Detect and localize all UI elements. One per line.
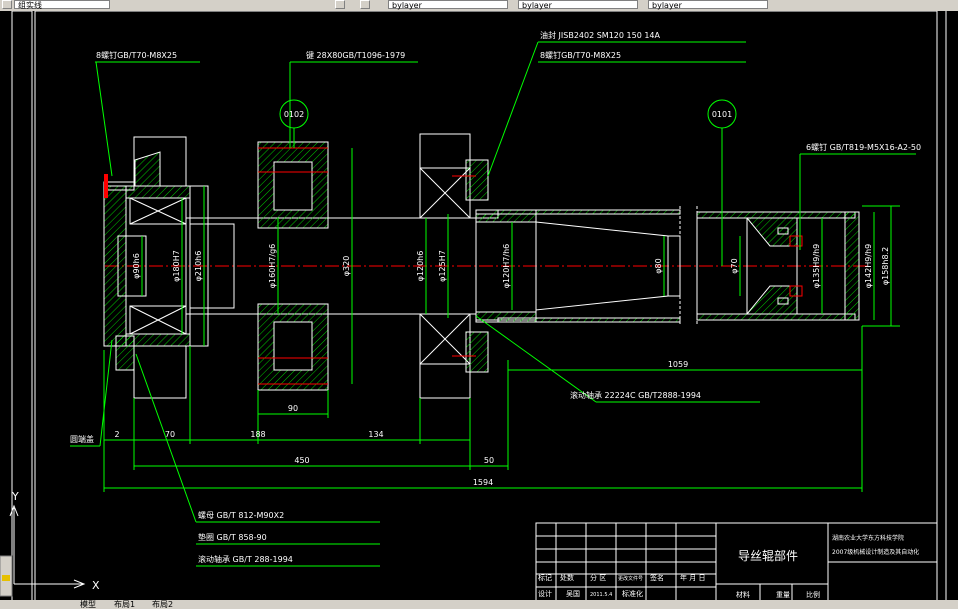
linetype-combo[interactable]: bylayer bbox=[518, 0, 638, 10]
color-combo[interactable]: bylayer bbox=[388, 0, 508, 10]
dim-d8: φ120H7/h6 bbox=[502, 244, 511, 289]
hdr-4: 签名 bbox=[650, 573, 664, 582]
hdr-3: 更改文件号 bbox=[618, 575, 643, 582]
dim-d11: φ135H9/h9 bbox=[812, 244, 821, 289]
layer-previous-button[interactable] bbox=[360, 0, 370, 9]
ucs-x-label: X bbox=[92, 579, 100, 592]
drawing-title: 导丝辊部件 bbox=[738, 548, 798, 563]
ucs-y-label: Y bbox=[11, 490, 19, 503]
label-screw-right: 6螺钉 GB/T819-M5X16-A2-50 bbox=[806, 142, 921, 152]
label-key: 键 28X80GB/T1096-1979 bbox=[306, 50, 405, 60]
label-bearing-mid: 滚动轴承 22224C GB/T2888-1994 bbox=[570, 390, 701, 400]
dim-d3: φ210h6 bbox=[194, 251, 203, 282]
title-block-text: 导丝辊部件 湖南农业大学东方科技学院 2007级机械设计制造及其自动化 标记 处… bbox=[538, 534, 919, 599]
weight-label: 重量 bbox=[776, 591, 790, 599]
length-labels: 90 2 70 188 134 450 50 1059 1594 bbox=[114, 360, 688, 487]
label-end-cover: 圆端盖 bbox=[70, 434, 94, 444]
row2-0: 设计 bbox=[538, 589, 552, 598]
dim-50: 50 bbox=[484, 456, 494, 465]
row2-3: 标准化 bbox=[622, 589, 643, 598]
tab-model[interactable]: 模型 bbox=[78, 600, 98, 609]
dim-134: 134 bbox=[368, 430, 383, 439]
layout-tab-bar: 模型 布局1 布局2 bbox=[0, 600, 958, 609]
balloon-0102: 0102 bbox=[284, 110, 304, 119]
row2-2: 2011.5.4 bbox=[590, 592, 612, 598]
label-bolt-right: 8螺钉GB/T70-M8X25 bbox=[540, 50, 621, 60]
row2-1: 吴国 bbox=[566, 590, 580, 598]
ucs-icon bbox=[9, 504, 86, 589]
dim-70: 70 bbox=[165, 430, 175, 439]
dim-d7: φ125H7 bbox=[438, 250, 447, 282]
match-properties-button[interactable] bbox=[335, 0, 345, 9]
layer-manager-button[interactable] bbox=[2, 0, 12, 9]
label-washer: 垫圈 GB/T 858-90 bbox=[198, 532, 267, 542]
left-bearing-housing bbox=[103, 136, 209, 399]
lineweight-combo[interactable]: bylayer bbox=[648, 0, 768, 10]
hdr-2: 分 区 bbox=[590, 573, 606, 582]
drawing-canvas[interactable]: 8螺钉GB/T70-M8X25 键 28X80GB/T1096-1979 油封 … bbox=[0, 10, 958, 609]
hdr-0: 标记 bbox=[538, 573, 552, 582]
dim-d1: φ90h6 bbox=[132, 253, 141, 279]
dim-d9: φ80 bbox=[654, 258, 663, 273]
material-label: 材料 bbox=[736, 590, 750, 599]
hdr-1: 处数 bbox=[560, 573, 574, 582]
label-bearing-low: 滚动轴承 GB/T 288-1994 bbox=[198, 554, 293, 564]
dim-90: 90 bbox=[288, 404, 298, 413]
dim-d12: φ142H9/h9 bbox=[864, 244, 873, 289]
dim-d6: φ120h6 bbox=[416, 251, 425, 282]
panel-icon bbox=[2, 575, 10, 581]
binding-margin bbox=[11, 10, 33, 609]
label-nut: 螺母 GB/T 812-M90X2 bbox=[198, 510, 284, 520]
hdr-5: 年 月 日 bbox=[680, 573, 705, 582]
dim-1594: 1594 bbox=[473, 478, 493, 487]
dim-2: 2 bbox=[114, 430, 119, 439]
scale-label: 比例 bbox=[806, 590, 820, 599]
layer-combo[interactable]: 组实线 bbox=[14, 0, 110, 10]
tab-layout2[interactable]: 布局2 bbox=[150, 600, 175, 609]
dim-d2: φ180H7 bbox=[172, 250, 181, 282]
label-seal: 油封 JISB2402 SM120 150 14A bbox=[540, 30, 661, 40]
dim-d10: φ70 bbox=[730, 258, 739, 273]
dim-450: 450 bbox=[294, 456, 309, 465]
dim-d4: φ160H7/g6 bbox=[268, 244, 277, 289]
school-name: 湖南农业大学东方科技学院 bbox=[832, 534, 904, 542]
drawing-svg: 8螺钉GB/T70-M8X25 键 28X80GB/T1096-1979 油封 … bbox=[0, 10, 947, 609]
tab-layout1[interactable]: 布局1 bbox=[112, 600, 137, 609]
class-name: 2007级机械设计制造及其自动化 bbox=[832, 548, 919, 556]
dim-d5: φ320 bbox=[342, 256, 351, 277]
dim-d13: φ158h8.2 bbox=[881, 247, 890, 285]
balloon-0101: 0101 bbox=[712, 110, 732, 119]
label-bolt-left: 8螺钉GB/T70-M8X25 bbox=[96, 50, 177, 60]
dim-1059: 1059 bbox=[668, 360, 688, 369]
dim-188: 188 bbox=[250, 430, 265, 439]
